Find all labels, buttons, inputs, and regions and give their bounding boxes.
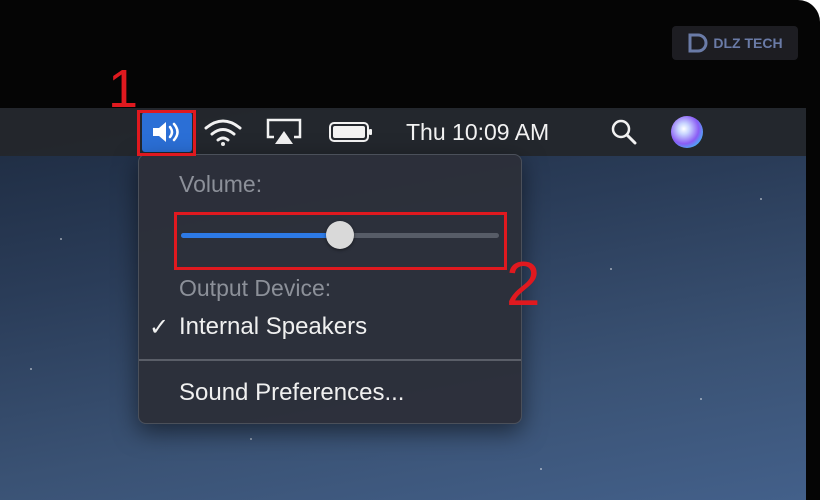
wifi-icon [204,119,242,146]
watermark-logo: DLZ TECH [672,26,798,60]
watermark-d-icon [688,33,708,53]
output-device-internal-speakers[interactable]: Internal Speakers [179,313,367,341]
callout-box-volume-slider [174,212,507,270]
battery-icon [329,122,372,142]
watermark-text: DLZ TECH [713,35,783,51]
checkmark-icon: ✓ [149,314,170,341]
callout-number-2: 2 [506,250,541,319]
output-device-label: Output Device: [179,275,332,301]
callout-number-1: 1 [108,59,139,119]
callout-box-volume-icon [137,110,196,156]
sound-preferences-item[interactable]: Sound Preferences... [179,379,404,407]
spotlight-search-icon [611,119,637,145]
wifi-status[interactable] [200,108,246,156]
airplay-status[interactable] [262,108,306,156]
siri-button[interactable] [668,108,706,156]
airplay-icon [266,118,302,144]
siri-icon [671,116,703,148]
battery-status[interactable] [326,108,376,156]
menu-separator [139,359,521,361]
menubar-clock[interactable]: Thu 10:09 AM [406,108,549,156]
spotlight-button[interactable] [606,108,642,156]
volume-dropdown-menu: Volume: Output Device: ✓ Internal Speake… [138,154,522,424]
volume-label: Volume: [179,171,263,197]
